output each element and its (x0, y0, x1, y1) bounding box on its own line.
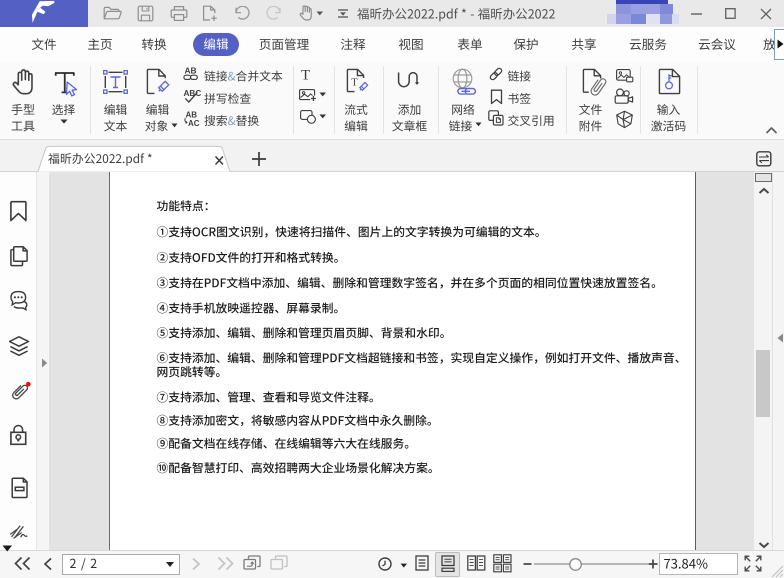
svg-text:AC: AC (188, 119, 200, 127)
svg-text:T: T (351, 78, 358, 89)
svg-text:ABC: ABC (184, 89, 202, 98)
svg-text:T: T (301, 68, 310, 82)
svg-text:AB: AB (185, 66, 197, 76)
